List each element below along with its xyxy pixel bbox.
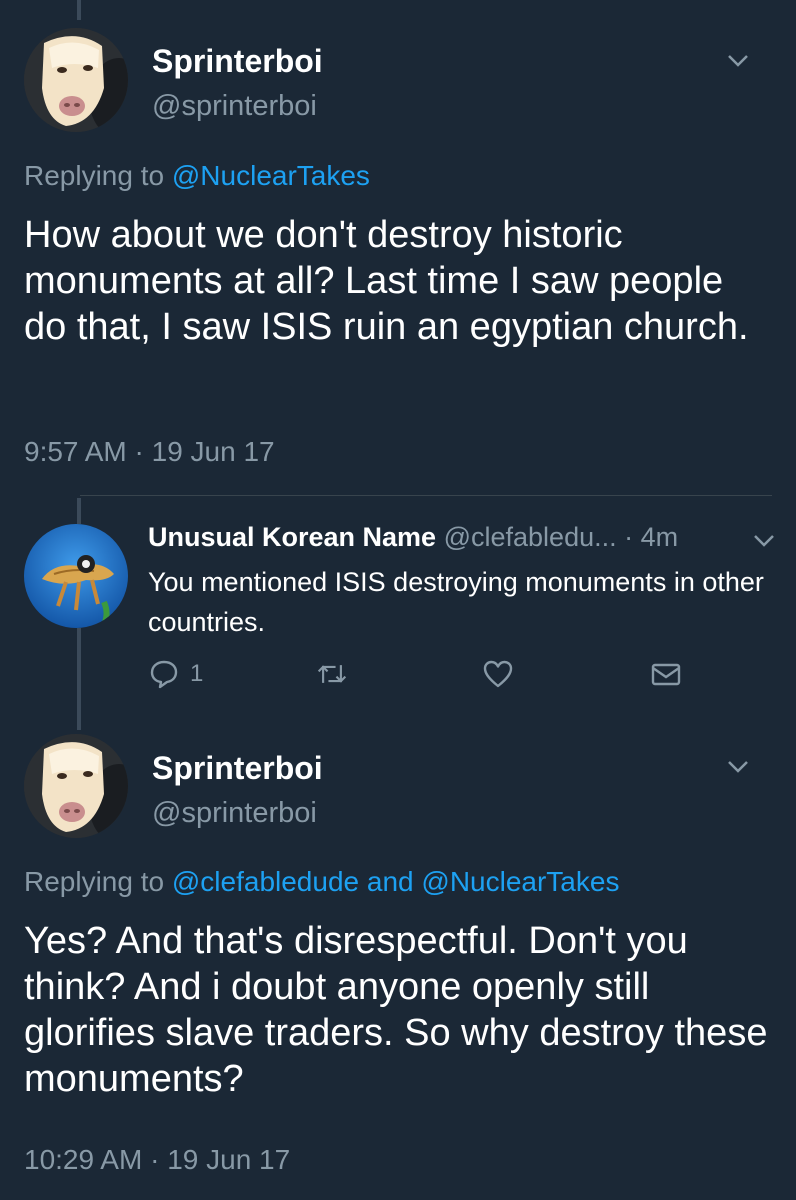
thread-line-middle [77,498,81,524]
replying-prefix: Replying to [24,866,165,897]
retweet-button[interactable] [316,656,348,692]
and-conjunction: and [366,866,414,897]
thread-line-top [77,0,81,20]
author-name[interactable]: Sprinterboi [152,750,323,787]
tweet-age: 4m [640,522,679,552]
mention-link[interactable]: @NuclearTakes [421,866,619,897]
like-button[interactable] [482,656,514,692]
chevron-down-icon[interactable] [724,756,752,776]
reply-icon [150,660,178,689]
author-name[interactable]: Unusual Korean Name [148,522,436,552]
timestamp: 10:29 AM · 19 Jun 17 [24,1144,290,1176]
timestamp: 9:57 AM · 19 Jun 17 [24,436,275,468]
chevron-down-icon[interactable] [724,50,752,70]
author-handle[interactable]: @sprinterboi [152,90,317,123]
retweet-icon [317,665,347,683]
envelope-icon [651,663,681,686]
mention-link[interactable]: @clefabledude [172,866,359,897]
heart-icon [483,660,513,688]
author-handle[interactable]: @clefabledu... [444,522,617,552]
replying-prefix: Replying to [24,160,165,191]
avatar[interactable] [24,524,128,628]
reply-header: Unusual Korean Name @clefabledu... · 4m [148,522,678,553]
author-name[interactable]: Sprinterboi [152,43,323,80]
chevron-down-icon[interactable] [750,530,778,550]
author-handle[interactable]: @sprinterboi [152,797,317,830]
date: 19 Jun 17 [151,436,275,467]
separator: · [624,522,634,552]
tweet-text: How about we don't destroy historic monu… [24,214,749,348]
avatar[interactable] [24,28,128,132]
mention-link[interactable]: @NuclearTakes [172,160,370,191]
time: 9:57 AM [24,436,127,467]
avatar[interactable] [24,734,128,838]
separator: · [150,1144,160,1175]
tweet-text: You mentioned ISIS destroying monuments … [148,567,764,637]
reply-button[interactable]: 1 [148,656,203,692]
date: 19 Jun 17 [167,1144,291,1175]
reply-count: 1 [190,660,204,687]
separator: · [134,436,144,467]
replying-to: Replying to @NuclearTakes [24,160,370,192]
direct-message-button[interactable] [650,656,682,692]
divider [80,495,772,496]
replying-to: Replying to @clefabledude and @NuclearTa… [24,866,619,898]
tweet-text: Yes? And that's disrespectful. Don't you… [24,920,768,1100]
thread-line-lower [77,628,81,730]
time: 10:29 AM [24,1144,143,1175]
